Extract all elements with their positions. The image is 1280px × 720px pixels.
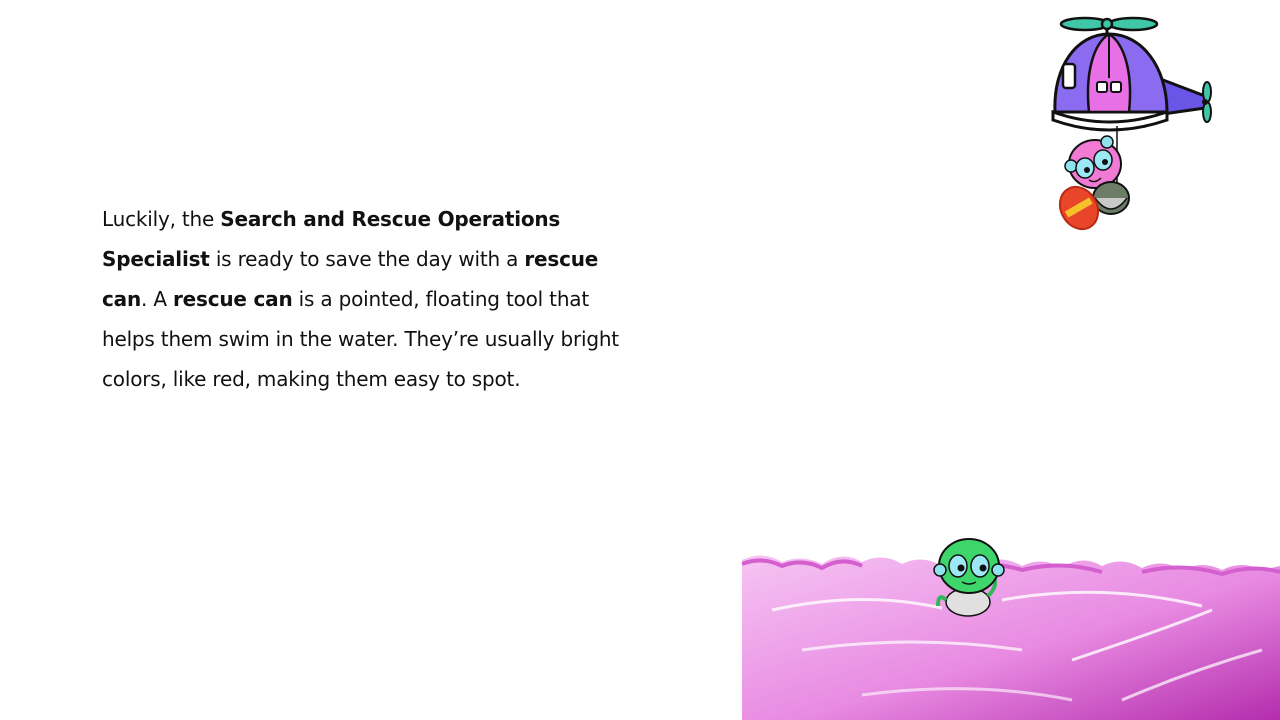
story-slide: Luckily, the Search and Rescue Operation… (0, 0, 1280, 720)
story-paragraph: Luckily, the Search and Rescue Operation… (102, 199, 642, 399)
text-run: is ready to save the day with a (209, 247, 525, 271)
text-run: Luckily, the (102, 207, 221, 231)
text-run: . A (141, 287, 173, 311)
helicopter-icon (1051, 16, 1212, 231)
ocean-waves-icon (742, 538, 1280, 720)
term-rescue-can: rescue can (172, 287, 293, 311)
pink-alien-icon (1064, 135, 1122, 189)
